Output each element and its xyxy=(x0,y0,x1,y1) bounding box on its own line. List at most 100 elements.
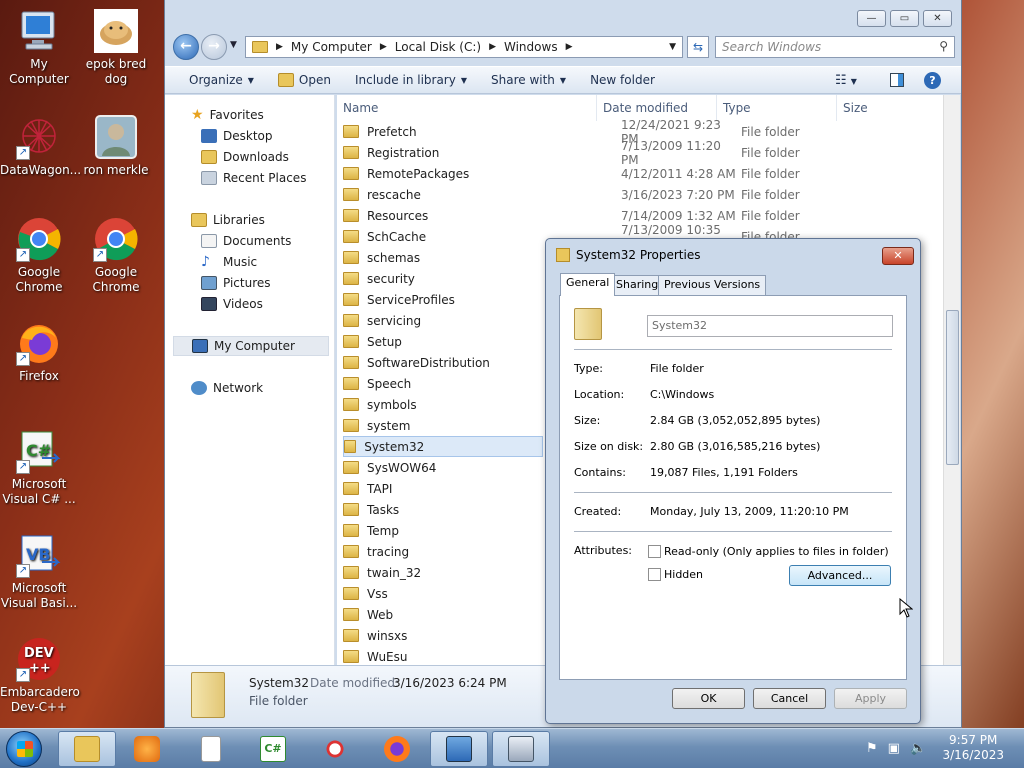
desktop-icon-dev-cpp[interactable]: DEV ++ ↗ Embarcadero Dev-C++ xyxy=(0,636,80,715)
organize-button[interactable]: Organize ▼ xyxy=(189,73,254,87)
shortcut-arrow-icon: ↗ xyxy=(16,564,30,578)
nav-music[interactable]: ♪ Music xyxy=(201,252,257,272)
hidden-checkbox[interactable] xyxy=(648,568,661,581)
folder-icon xyxy=(343,335,359,348)
desktop-icon-chrome-1[interactable]: ↗ Google Chrome xyxy=(0,216,78,295)
taskbar-visual-csharp[interactable]: C# xyxy=(244,731,302,767)
size-on-disk-value: 2.80 GB (3,016,585,216 bytes) xyxy=(650,440,821,453)
close-button[interactable]: ✕ xyxy=(923,10,952,27)
file-name: Prefetch xyxy=(367,124,417,139)
desktop-icon-chrome-2[interactable]: ↗ Google Chrome xyxy=(77,216,155,295)
visual-csharp-icon: C# ↗ xyxy=(16,428,62,474)
column-header-size[interactable]: Size xyxy=(837,95,937,121)
open-label: Open xyxy=(298,73,331,87)
nav-documents[interactable]: Documents xyxy=(201,231,291,251)
readonly-checkbox[interactable] xyxy=(648,545,661,558)
taskbar-media-player[interactable] xyxy=(118,731,176,767)
folder-name-field[interactable]: System32 xyxy=(647,315,893,337)
refresh-button[interactable]: ⇆ xyxy=(687,36,709,58)
tab-sharing[interactable]: Sharing xyxy=(610,275,665,295)
desktop-icon-visual-basic[interactable]: VB ↗ Microsoft Visual Basi... xyxy=(0,532,78,611)
desktop-icon-label: ron merkle xyxy=(83,163,149,177)
minimize-button[interactable]: — xyxy=(857,10,886,27)
nav-videos[interactable]: Videos xyxy=(201,294,263,314)
back-button[interactable]: ← xyxy=(173,34,199,60)
advanced-button[interactable]: Advanced... xyxy=(789,565,891,586)
maximize-button[interactable]: ▭ xyxy=(890,10,919,27)
ok-button[interactable]: OK xyxy=(672,688,745,709)
desktop-icon-label: Google Chrome xyxy=(15,265,63,294)
breadcrumb-local-disk[interactable]: Local Disk (C:) xyxy=(395,40,481,54)
folder-icon xyxy=(343,482,359,495)
navigation-pane: ★ Favorites Desktop Downloads Recent Plac… xyxy=(165,95,335,665)
preview-pane-icon[interactable] xyxy=(890,73,904,87)
view-options-icon[interactable]: ☷ ▼ xyxy=(835,73,857,88)
nav-recent-places[interactable]: Recent Places xyxy=(201,168,306,188)
separator xyxy=(574,492,892,493)
desktop-icon-firefox[interactable]: ↗ Firefox xyxy=(0,320,78,384)
volume-icon[interactable]: 🔈 xyxy=(910,741,926,756)
nav-desktop[interactable]: Desktop xyxy=(201,126,273,146)
desktop-icon-visual-csharp[interactable]: C# ↗ Microsoft Visual C# ... xyxy=(0,428,78,507)
folder-icon xyxy=(343,608,359,621)
dialog-close-button[interactable]: ✕ xyxy=(882,247,914,265)
file-row[interactable]: Registration 7/13/2009 11:20 PM File folde… xyxy=(343,139,943,167)
taskbar-notepad[interactable] xyxy=(182,731,240,767)
recent-pages-chevron-icon[interactable]: ▼ xyxy=(230,40,237,50)
command-bar: Organize ▼ Open Include in library ▼ Share… xyxy=(165,66,961,94)
address-path[interactable]: ▶ My Computer ▶ Local Disk (C:) ▶ Window… xyxy=(245,36,683,58)
taskbar-keyboard[interactable] xyxy=(492,731,550,767)
network-status-icon[interactable]: ▣ xyxy=(888,741,900,756)
start-button[interactable] xyxy=(6,731,42,767)
taskbar-explorer[interactable] xyxy=(58,731,116,767)
address-dropdown-icon[interactable]: ▼ xyxy=(669,42,676,52)
include-in-library-button[interactable]: Include in library ▼ xyxy=(355,73,467,87)
help-icon[interactable]: ? xyxy=(924,72,941,89)
scissors-icon xyxy=(322,736,348,762)
readonly-label[interactable]: Read-only (Only applies to files in fold… xyxy=(664,545,889,558)
chrome-icon: ↗ xyxy=(16,216,62,262)
desktop-icon-label: Google Chrome xyxy=(92,265,140,294)
downloads-icon xyxy=(201,150,217,164)
taskbar-snipping-tool[interactable] xyxy=(306,731,364,767)
tab-general[interactable]: General xyxy=(560,273,616,296)
file-type: File folder xyxy=(741,166,800,181)
file-type: File folder xyxy=(741,208,800,223)
file-row[interactable]: rescache 3/16/2023 7:20 PM File folder xyxy=(343,184,943,205)
file-row[interactable]: RemotePackages 4/12/2011 4:28 AM File fold… xyxy=(343,163,943,184)
desktop-icon-my-computer[interactable]: My Computer xyxy=(0,8,78,87)
scrollbar-thumb[interactable] xyxy=(946,310,959,465)
clock[interactable]: 9:57 PM 3/16/2023 xyxy=(942,733,1004,763)
dev-cpp-icon: DEV ++ ↗ xyxy=(16,636,62,682)
taskbar-control-panel[interactable] xyxy=(430,731,488,767)
column-header-name[interactable]: Name xyxy=(337,95,597,121)
vertical-scrollbar[interactable] xyxy=(943,95,960,665)
action-center-flag-icon[interactable]: ⚑ xyxy=(866,741,878,756)
nav-downloads[interactable]: Downloads xyxy=(201,147,289,167)
nav-network[interactable]: Network xyxy=(191,378,263,398)
file-date: 7/14/2009 1:32 AM xyxy=(621,208,736,223)
file-row-selected[interactable]: System32 xyxy=(343,436,543,457)
desktop-icon-label: Firefox xyxy=(19,369,59,383)
taskbar-firefox[interactable] xyxy=(368,731,426,767)
breadcrumb-my-computer[interactable]: My Computer xyxy=(291,40,372,54)
share-with-button[interactable]: Share with ▼ xyxy=(491,73,566,87)
forward-button[interactable]: → xyxy=(201,34,227,60)
search-input[interactable]: Search Windows ⚲ xyxy=(715,36,955,58)
new-folder-button[interactable]: New folder xyxy=(590,73,655,87)
desktop-icon-datawagon[interactable]: ↗ DataWagon... xyxy=(0,114,81,178)
nav-libraries[interactable]: Libraries xyxy=(191,210,265,230)
apply-button[interactable]: Apply xyxy=(834,688,907,709)
open-button[interactable]: Open xyxy=(277,73,331,87)
nav-pictures[interactable]: Pictures xyxy=(201,273,271,293)
cancel-button[interactable]: Cancel xyxy=(753,688,826,709)
file-name: System32 xyxy=(364,439,425,454)
tab-previous-versions[interactable]: Previous Versions xyxy=(658,275,767,295)
nav-favorites[interactable]: ★ Favorites xyxy=(191,105,264,125)
desktop-icon-epok-bred-dog[interactable]: epok bred dog xyxy=(77,8,155,87)
desktop-icon-ron-merkle[interactable]: ron merkle xyxy=(77,114,155,178)
breadcrumb-windows[interactable]: Windows xyxy=(504,40,558,54)
hidden-label[interactable]: Hidden xyxy=(664,568,703,581)
nav-my-computer[interactable]: My Computer xyxy=(173,336,329,356)
control-panel-icon xyxy=(446,736,472,762)
